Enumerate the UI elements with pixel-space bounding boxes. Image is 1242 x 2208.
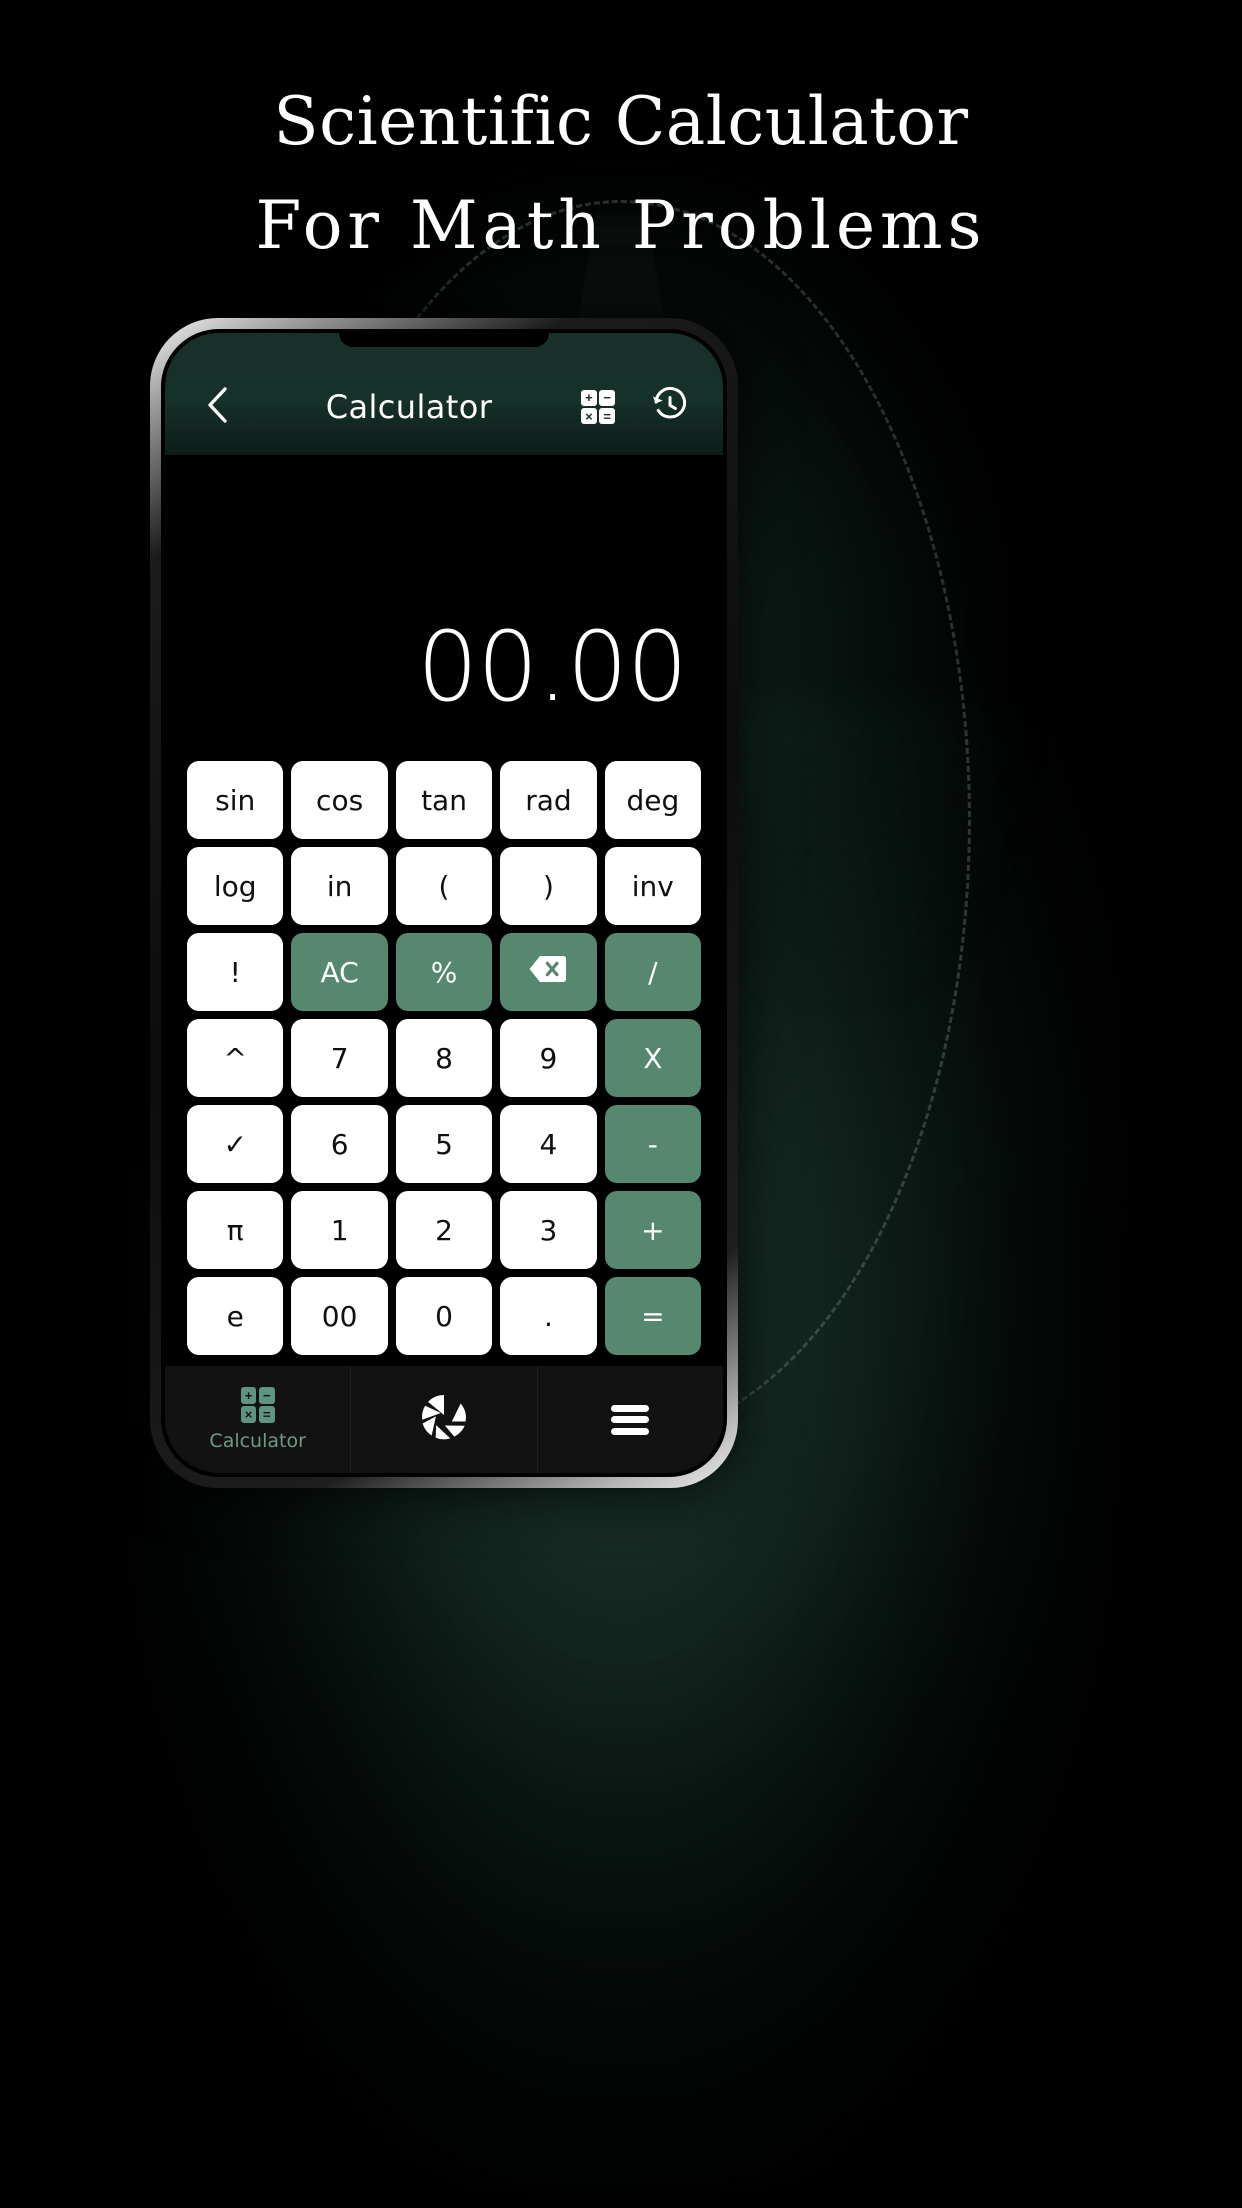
calculator-keypad: sin cos tan rad deg log in() inv! AC% / ^ 7 8 9 X ✓ 6 5 4-… [165,755,723,1365]
key-rad[interactable]: rad [500,761,597,839]
nav-calculator-label: Calculator [209,1430,306,1452]
key-9[interactable]: 9 [500,1019,597,1097]
key-all-clear[interactable]: AC [291,933,388,1011]
backspace-icon [528,954,568,991]
key-percent[interactable]: % [395,933,493,1011]
key-3[interactable]: 3 [500,1191,597,1269]
key-2[interactable]: 2 [395,1191,493,1269]
history-button[interactable] [643,381,697,433]
phone-bezel: Calculator + − × = 00.00 sin cos tan rad… [161,329,727,1477]
back-button[interactable] [191,381,243,433]
calculator-grid-icon: + − × = [581,390,615,424]
key-e[interactable]: e [187,1277,284,1355]
key-log[interactable]: log [187,847,284,925]
key-in[interactable]: in [291,847,388,925]
nav-minus-icon: − [258,1387,275,1404]
display-value: 00.00 [417,611,688,723]
key-backspace[interactable] [500,933,597,1011]
calculator-icon: + − × = [240,1387,275,1423]
key-square-root[interactable]: ✓ [187,1105,284,1183]
key-multiply[interactable]: X [604,1019,702,1097]
menu-hamburger-icon [611,1404,650,1435]
key-6[interactable]: 6 [291,1105,388,1183]
app-header: Calculator + − × = [165,333,723,455]
headline: Scientific Calculator For Math Problems [0,78,1242,270]
history-clock-icon [651,386,689,429]
headline-line-2: For Math Problems [255,187,987,264]
keypad-row: sin cos tan rad deg [187,761,702,839]
key-0[interactable]: 0 [395,1277,493,1355]
key-double-zero[interactable]: 00 [291,1277,388,1355]
keypad-row: ✓ 6 5 4- [187,1105,702,1183]
page-title: Calculator [325,388,493,426]
nav-plus-icon: + [240,1387,257,1404]
key-tan[interactable]: tan [395,761,493,839]
phone-mockup: Calculator + − × = 00.00 sin cos tan rad… [150,318,738,1488]
key-close-paren[interactable]: ) [500,847,597,925]
grid-plus-icon: + [581,390,597,406]
key-open-paren[interactable]: ( [395,847,493,925]
calculator-grid-button[interactable]: + − × = [571,381,625,433]
key-plus[interactable]: + [604,1191,702,1269]
camera-aperture-icon [417,1390,471,1449]
grid-multiply-icon: × [581,408,597,424]
key-sin[interactable]: sin [187,761,284,839]
keypad-row: ^ 7 8 9 X [187,1019,702,1097]
key-1[interactable]: 1 [291,1191,388,1269]
phone-notch [339,333,549,347]
key-power[interactable]: ^ [187,1019,284,1097]
key-decimal[interactable]: . [500,1277,597,1355]
nav-menu[interactable] [538,1366,723,1473]
key-7[interactable]: 7 [291,1019,388,1097]
key-deg[interactable]: deg [604,761,702,839]
key-4[interactable]: 4 [500,1105,597,1183]
headline-line-1: Scientific Calculator [273,83,969,160]
nav-camera[interactable] [351,1366,538,1473]
key-divide[interactable]: / [604,933,702,1011]
chevron-left-icon [204,385,230,430]
nav-equals-icon: = [258,1406,275,1423]
nav-multiply-icon: × [240,1406,257,1423]
key-factorial[interactable]: ! [187,933,284,1011]
key-equals[interactable]: = [604,1277,702,1355]
key-inv[interactable]: inv [604,847,702,925]
bottom-navigation: + − × = Calculator [165,1365,723,1473]
key-cos[interactable]: cos [291,761,388,839]
grid-minus-icon: − [599,390,615,406]
phone-screen: Calculator + − × = 00.00 sin cos tan rad… [165,333,723,1473]
key-minus[interactable]: - [604,1105,702,1183]
grid-equals-icon: = [599,408,615,424]
keypad-row: e 00 0. = [187,1277,702,1355]
key-pi[interactable]: π [187,1191,284,1269]
nav-calculator[interactable]: + − × = Calculator [165,1366,352,1473]
key-5[interactable]: 5 [395,1105,493,1183]
keypad-row: π 1 2 3 + [187,1191,702,1269]
calculator-display: 00.00 [165,455,723,755]
keypad-row: log in() inv [187,847,702,925]
key-8[interactable]: 8 [395,1019,493,1097]
keypad-row: ! AC% / [187,933,702,1011]
